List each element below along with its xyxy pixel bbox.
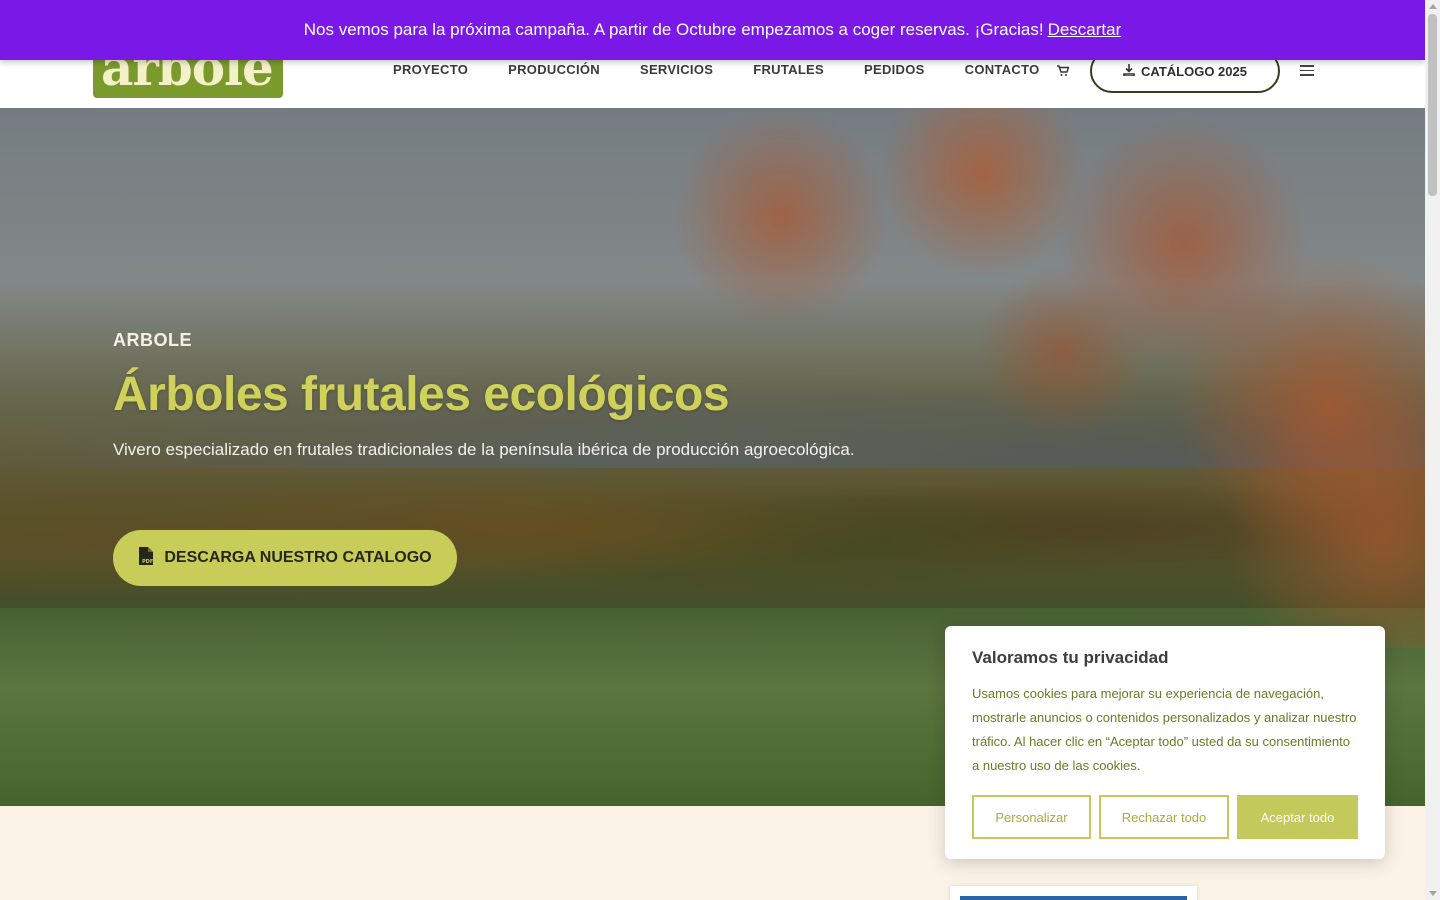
nav-item-servicios[interactable]: SERVICIOS xyxy=(640,62,713,77)
reject-all-button[interactable]: Rechazar todo xyxy=(1099,795,1229,839)
announcement-bar: Nos vemos para la próxima campaña. A par… xyxy=(0,0,1425,60)
hero-subtitle: Vivero especializado en frutales tradici… xyxy=(113,440,855,459)
main-nav: PROYECTO PRODUCCIÓN SERVICIOS FRUTALES P… xyxy=(393,62,1079,77)
hero-title: Árboles frutales ecológicos xyxy=(113,368,730,421)
page-scrollbar[interactable] xyxy=(1425,0,1440,900)
nav-item-proyecto[interactable]: PROYECTO xyxy=(393,62,468,77)
cookie-buttons: Personalizar Rechazar todo Aceptar todo xyxy=(972,795,1358,839)
announcement-text: Nos vemos para la próxima campaña. A par… xyxy=(303,20,1044,39)
download-catalog-label: DESCARGA NUESTRO CATALOGO xyxy=(164,549,432,566)
scroll-down-arrow-icon[interactable] xyxy=(1429,891,1437,896)
content-card-preview xyxy=(950,886,1197,900)
svg-text:PDF: PDF xyxy=(142,559,153,565)
hamburger-menu-icon[interactable] xyxy=(1300,65,1314,77)
nav-item-frutales[interactable]: FRUTALES xyxy=(753,62,824,77)
nav-item-produccion[interactable]: PRODUCCIÓN xyxy=(508,62,600,77)
download-icon xyxy=(1123,63,1135,79)
download-catalog-button[interactable]: PDF DESCARGA NUESTRO CATALOGO xyxy=(113,530,457,586)
hero-eyebrow: ARBOLE xyxy=(113,330,192,350)
scroll-up-arrow-icon[interactable] xyxy=(1429,4,1437,9)
nav-item-pedidos[interactable]: PEDIDOS xyxy=(864,62,925,77)
catalog-button-label: CATÁLOGO 2025 xyxy=(1141,63,1247,79)
nav-item-contacto[interactable]: CONTACTO xyxy=(965,62,1040,77)
accept-all-button[interactable]: Aceptar todo xyxy=(1237,795,1358,839)
cookie-title: Valoramos tu privacidad xyxy=(972,648,1169,667)
cookie-text: Usamos cookies para mejorar su experienc… xyxy=(972,686,1357,773)
cookie-consent-dialog: Valoramos tu privacidad Usamos cookies p… xyxy=(945,626,1385,859)
dismiss-link[interactable]: Descartar xyxy=(1048,20,1122,40)
customize-button[interactable]: Personalizar xyxy=(972,795,1091,839)
cart-icon[interactable] xyxy=(1057,64,1070,76)
scrollbar-thumb[interactable] xyxy=(1428,14,1437,196)
pdf-file-icon: PDF xyxy=(138,546,154,570)
hero-content: ARBOLE Árboles frutales ecológicos Viver… xyxy=(113,330,1013,460)
